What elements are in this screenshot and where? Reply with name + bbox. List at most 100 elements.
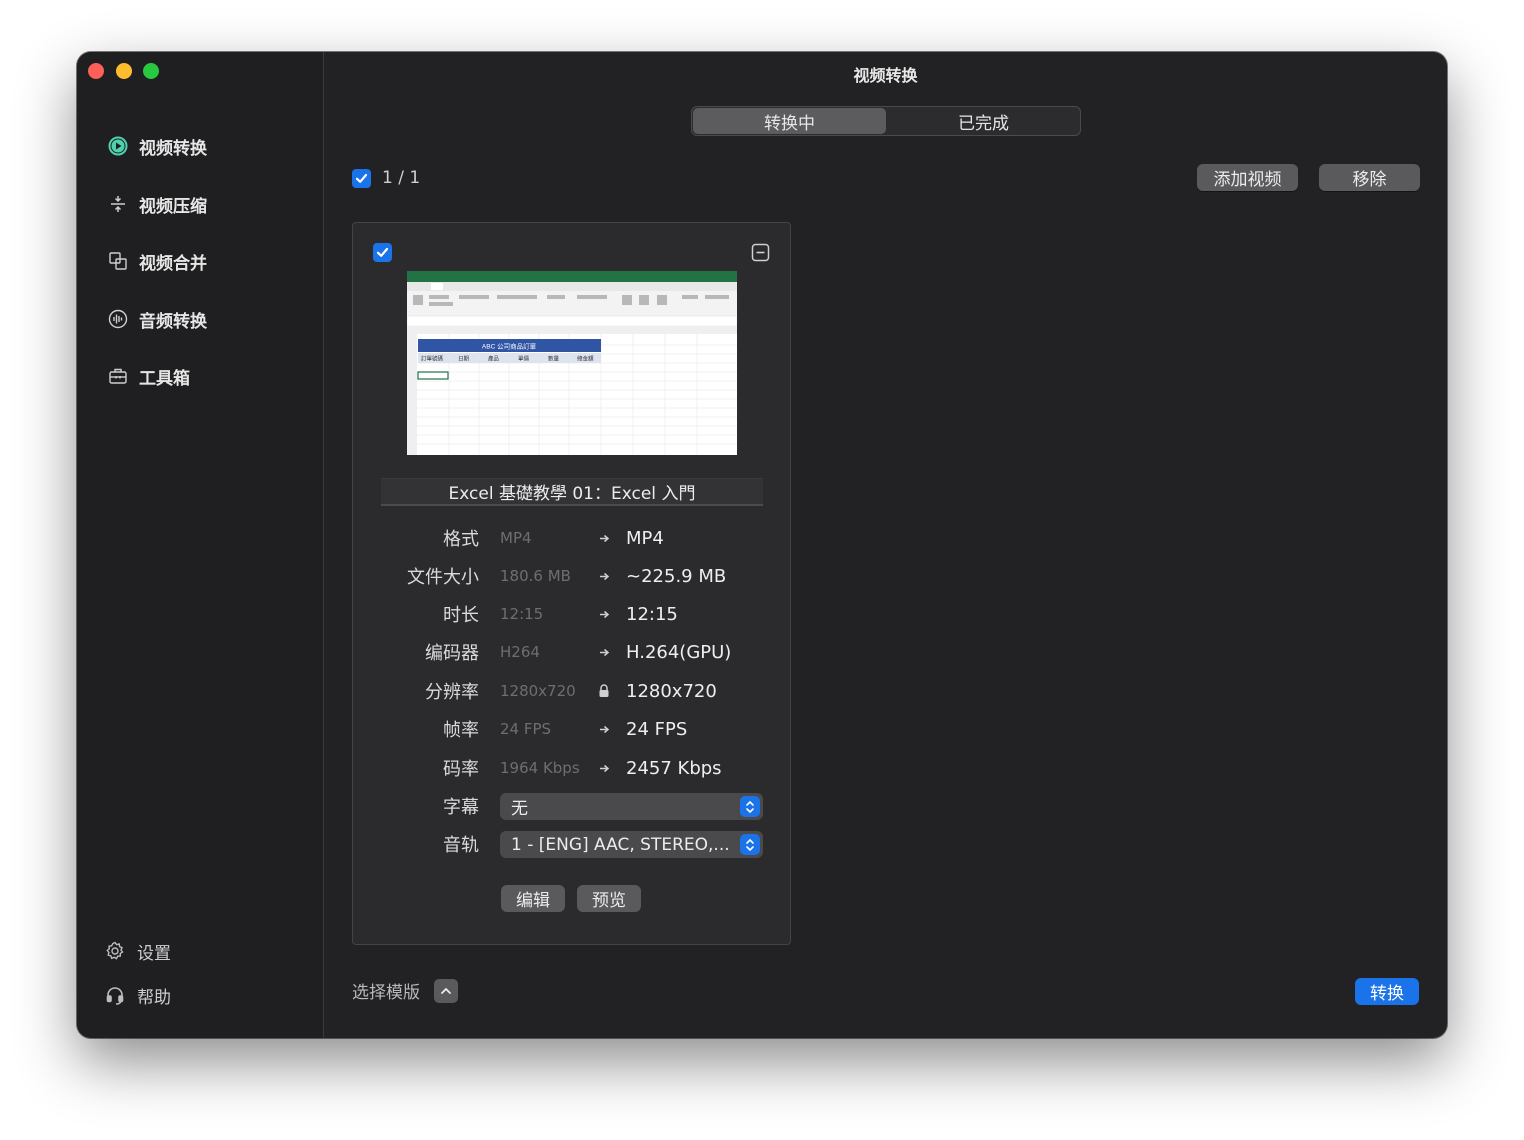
audio-wave-icon xyxy=(107,308,129,330)
property-row-encoder: 编码器 H264 H.264(GPU) xyxy=(353,639,792,665)
tab-converting[interactable]: 转换中 xyxy=(693,108,886,134)
select-all-checkbox[interactable] xyxy=(352,168,371,188)
property-source: 24 FPS xyxy=(500,720,552,738)
arrow-right-icon xyxy=(598,646,610,658)
property-target[interactable]: ~225.9 MB xyxy=(626,566,726,587)
minus-square-icon xyxy=(751,243,770,262)
audio-track-value: 1 - [ENG] AAC, STEREO,... xyxy=(511,834,730,855)
gear-icon xyxy=(104,940,126,962)
template-toggle-button[interactable] xyxy=(434,978,458,1003)
select-all-row: 1 / 1 xyxy=(352,168,420,188)
sidebar-item-audio-convert[interactable]: 音频转换 xyxy=(107,304,207,334)
arrow-right-icon xyxy=(598,570,610,582)
video-thumbnail[interactable]: ABC 公司商品訂單 訂單號碼 日期 產品 單價 數量 總金額 xyxy=(407,271,737,455)
sidebar-item-video-convert[interactable]: 视频转换 xyxy=(107,131,207,161)
sheet-header: 訂單號碼 xyxy=(421,355,444,363)
audio-track-label: 音轨 xyxy=(443,835,479,856)
headset-icon xyxy=(104,984,126,1006)
property-label: 格式 xyxy=(443,529,479,550)
property-row-framerate: 帧率 24 FPS 24 FPS xyxy=(353,716,792,742)
sidebar-item-video-merge[interactable]: 视频合并 xyxy=(107,246,207,276)
excel-thumbnail-image: ABC 公司商品訂單 訂單號碼 日期 產品 單價 數量 總金額 xyxy=(407,271,737,455)
file-name: Excel 基礎教學 01：Excel 入門 xyxy=(381,478,763,506)
arrow-right-icon xyxy=(598,762,610,774)
video-select-checkbox[interactable] xyxy=(373,243,392,262)
tab-completed[interactable]: 已完成 xyxy=(887,107,1080,135)
checkmark-icon xyxy=(376,247,389,257)
sheet-header: 單價 xyxy=(518,355,530,363)
sidebar-item-label: 视频转换 xyxy=(139,138,207,159)
sidebar-item-toolbox[interactable]: 工具箱 xyxy=(107,361,190,391)
zoom-window-button[interactable] xyxy=(143,63,159,79)
updown-chevron-icon xyxy=(740,796,760,817)
sidebar-item-label: 工具箱 xyxy=(139,368,190,389)
sheet-header: 總金額 xyxy=(577,355,594,363)
app-window: 视频转换 视频压缩 视频合并 音频转换 工具箱 设置 帮助 视频转换 转换中 已… xyxy=(77,52,1447,1038)
property-source: 12:15 xyxy=(500,605,544,623)
convert-button[interactable]: 转换 xyxy=(1355,978,1419,1005)
checkmark-icon xyxy=(355,173,368,183)
property-source: 1280x720 xyxy=(500,682,576,700)
property-target[interactable]: H.264(GPU) xyxy=(626,642,731,663)
video-card: ABC 公司商品訂單 訂單號碼 日期 產品 單價 數量 總金額 Excel 基礎… xyxy=(352,222,791,945)
property-target[interactable]: 12:15 xyxy=(626,604,678,625)
property-target[interactable]: 24 FPS xyxy=(626,719,687,740)
template-selector: 选择模版 xyxy=(352,978,458,1003)
minimize-window-button[interactable] xyxy=(116,63,132,79)
sidebar: 视频转换 视频压缩 视频合并 音频转换 工具箱 设置 帮助 xyxy=(77,52,324,1038)
lock-icon[interactable] xyxy=(598,684,610,697)
property-row-format: 格式 MP4 MP4 xyxy=(353,525,792,551)
arrow-right-icon xyxy=(598,608,610,620)
selection-count: 1 / 1 xyxy=(382,168,421,188)
audio-track-select[interactable]: 1 - [ENG] AAC, STEREO,... xyxy=(500,831,763,858)
property-label: 时长 xyxy=(443,605,479,626)
sidebar-item-video-compress[interactable]: 视频压缩 xyxy=(107,189,207,219)
property-source: 1964 Kbps xyxy=(500,759,580,777)
property-label: 分辨率 xyxy=(425,682,479,703)
property-label: 编码器 xyxy=(425,643,479,664)
property-source: H264 xyxy=(500,643,540,661)
sheet-title: ABC 公司商品訂單 xyxy=(482,342,537,351)
property-label: 码率 xyxy=(443,759,479,780)
sheet-header: 日期 xyxy=(458,356,470,363)
property-source: MP4 xyxy=(500,529,532,547)
property-row-filesize: 文件大小 180.6 MB ~225.9 MB xyxy=(353,563,792,589)
add-video-button[interactable]: 添加视频 xyxy=(1197,164,1298,191)
help-label: 帮助 xyxy=(137,987,171,1008)
property-label: 文件大小 xyxy=(407,567,479,588)
help-button[interactable]: 帮助 xyxy=(104,981,171,1009)
chevron-up-icon xyxy=(441,987,451,994)
collapse-card-button[interactable] xyxy=(751,243,770,262)
status-tabs: 转换中 已完成 xyxy=(691,106,1081,136)
property-label: 帧率 xyxy=(443,720,479,741)
settings-label: 设置 xyxy=(137,943,171,964)
subtitle-select[interactable]: 无 xyxy=(500,793,763,820)
compress-icon xyxy=(107,193,129,215)
video-convert-icon xyxy=(107,135,129,157)
property-row-bitrate: 码率 1964 Kbps 2457 Kbps xyxy=(353,755,792,781)
sheet-header: 數量 xyxy=(548,355,560,363)
preview-button[interactable]: 预览 xyxy=(577,885,641,912)
property-target[interactable]: 1280x720 xyxy=(626,681,717,702)
merge-icon xyxy=(107,250,129,272)
arrow-right-icon xyxy=(598,723,610,735)
sidebar-item-label: 音频转换 xyxy=(139,311,207,332)
window-title: 视频转换 xyxy=(853,66,918,85)
audio-track-row: 音轨 1 - [ENG] AAC, STEREO,... xyxy=(353,831,792,858)
toolbox-icon xyxy=(107,365,129,387)
sidebar-item-label: 视频合并 xyxy=(139,253,207,274)
subtitle-label: 字幕 xyxy=(443,797,479,818)
property-source: 180.6 MB xyxy=(500,567,571,585)
template-label: 选择模版 xyxy=(352,983,420,1003)
property-target[interactable]: 2457 Kbps xyxy=(626,758,722,779)
updown-chevron-icon xyxy=(740,834,760,855)
close-window-button[interactable] xyxy=(88,63,104,79)
remove-button[interactable]: 移除 xyxy=(1319,164,1420,191)
property-row-resolution: 分辨率 1280x720 1280x720 xyxy=(353,678,792,704)
settings-button[interactable]: 设置 xyxy=(104,937,171,965)
edit-button[interactable]: 编辑 xyxy=(501,885,565,912)
subtitle-value: 无 xyxy=(511,799,528,819)
property-target[interactable]: MP4 xyxy=(626,528,664,549)
arrow-right-icon xyxy=(598,532,610,544)
sheet-header: 產品 xyxy=(488,355,500,363)
